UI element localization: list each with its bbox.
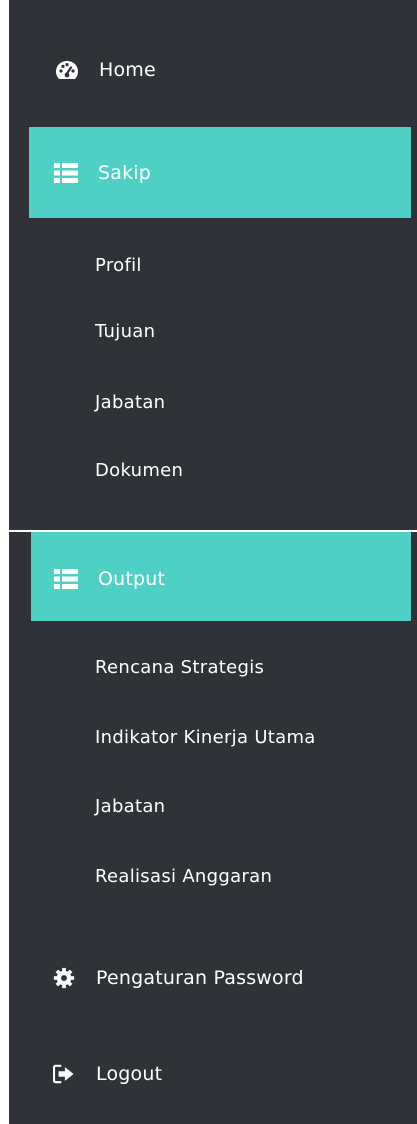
submenu-item-indikator-kinerja-utama[interactable]: Indikator Kinerja Utama (95, 727, 316, 748)
menu-item-logout[interactable]: Logout (52, 1061, 162, 1087)
menu-item-sakip-label: Sakip (98, 162, 152, 184)
logout-icon (52, 1062, 76, 1086)
gear-icon (52, 966, 76, 990)
sidebar-left-strip (9, 532, 31, 1124)
submenu-item-realisasi-anggaran[interactable]: Realisasi Anggaran (95, 866, 272, 887)
menu-item-output-content: Output (54, 566, 165, 592)
submenu-item-jabatan[interactable]: Jabatan (95, 392, 165, 413)
menu-item-home-label: Home (99, 59, 156, 81)
dashboard-icon (55, 58, 79, 82)
menu-item-home[interactable]: Home (55, 57, 156, 83)
menu-item-pengaturan-password[interactable]: Pengaturan Password (52, 965, 304, 991)
submenu-item-rencana-strategis[interactable]: Rencana Strategis (95, 657, 264, 678)
submenu-item-dokumen[interactable]: Dokumen (95, 460, 183, 481)
menu-item-sakip-content: Sakip (54, 160, 151, 186)
table-list-icon (54, 567, 78, 591)
submenu-item-tujuan[interactable]: Tujuan (95, 321, 155, 342)
submenu-item-profil[interactable]: Profil (95, 255, 142, 276)
table-list-icon (54, 161, 78, 185)
submenu-item-jabatan-output[interactable]: Jabatan (95, 796, 165, 817)
menu-item-logout-label: Logout (96, 1063, 163, 1085)
menu-item-pengaturan-password-label: Pengaturan Password (96, 967, 304, 989)
menu-item-output-label: Output (98, 568, 166, 590)
